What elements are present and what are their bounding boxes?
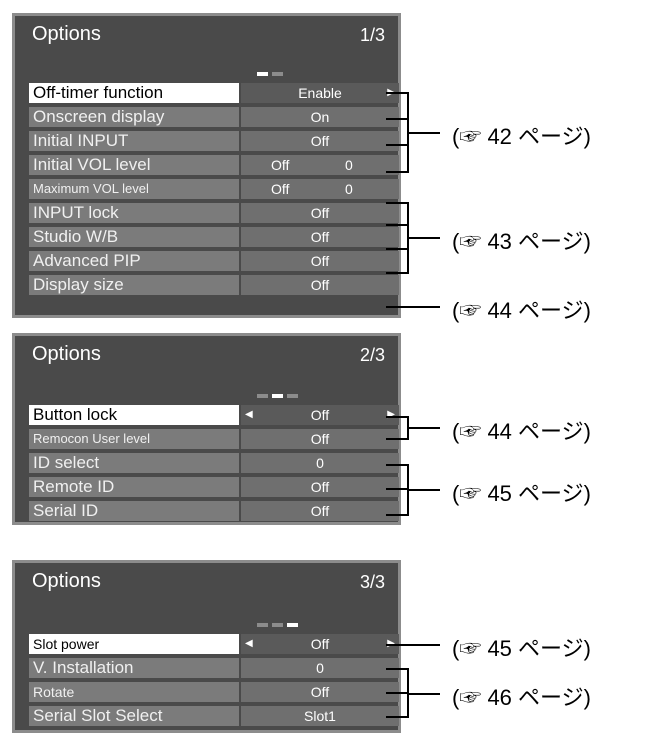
page-reference-45b: (☞ 45 ページ) [452,636,591,661]
bracket-lines [386,92,440,718]
page-reference-44b: (☞ 44 ページ) [452,419,591,444]
page-reference-46: (☞ 46 ページ) [452,685,591,710]
page-reference-45a: (☞ 45 ページ) [452,481,591,506]
page-reference-43: (☞ 43 ページ) [452,229,591,254]
page-reference-42: (☞ 42 ページ) [452,124,591,149]
page-reference-44a: (☞ 44 ページ) [452,298,591,323]
